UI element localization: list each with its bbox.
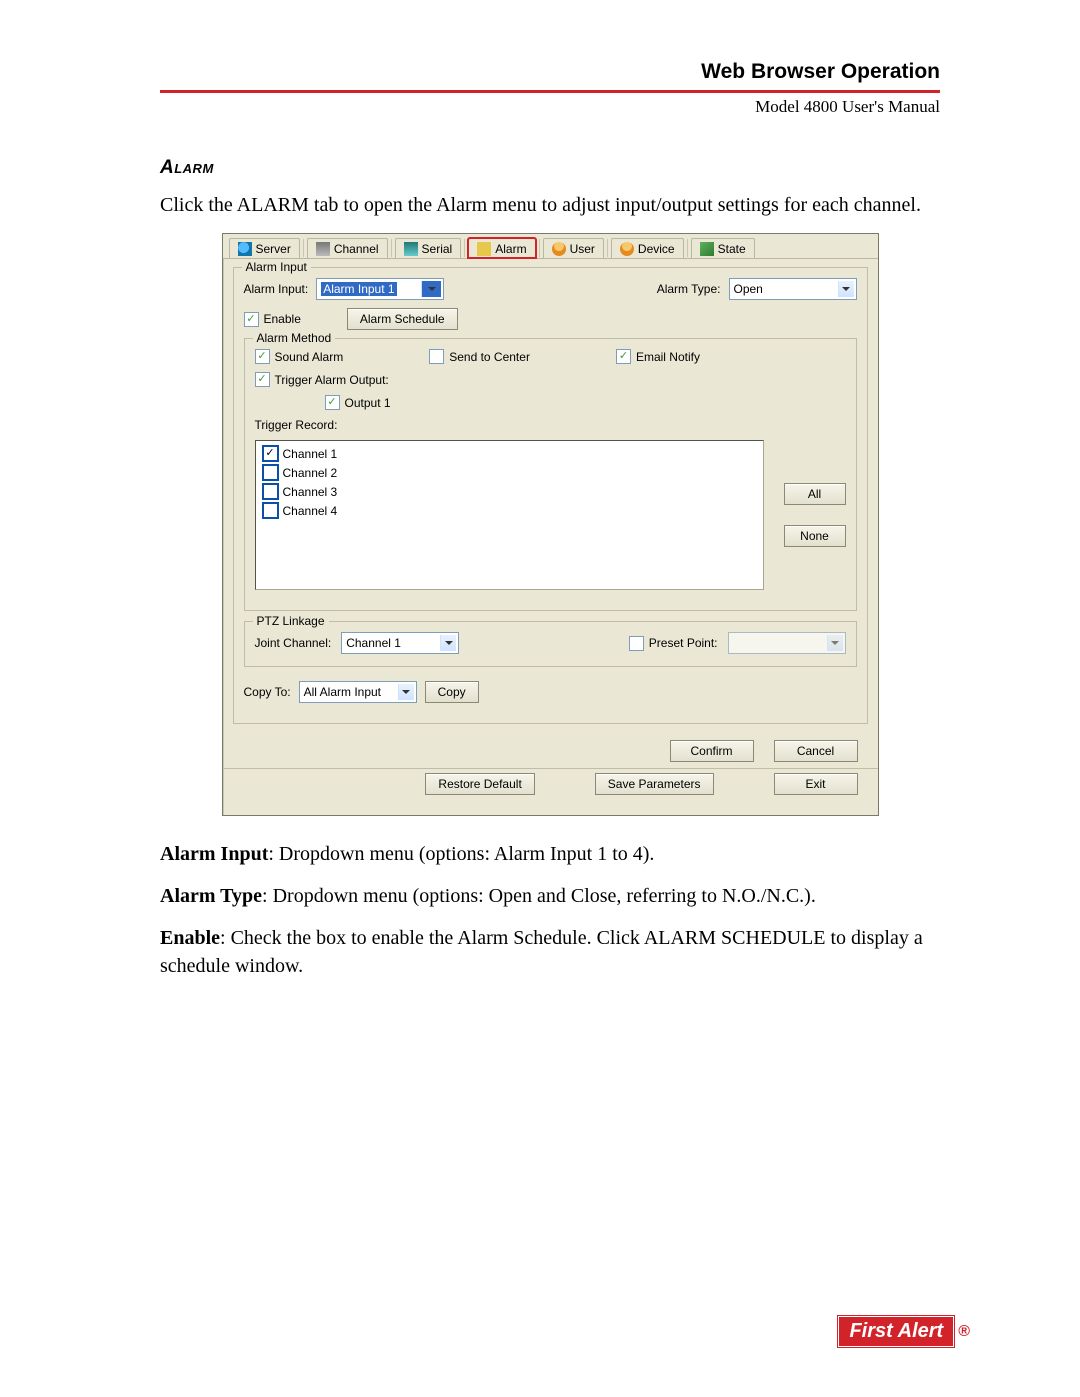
chevron-down-icon [827,635,843,651]
checkbox-icon [262,445,279,462]
serial-icon [404,242,418,256]
trigger-record-label: Trigger Record: [255,418,338,432]
group-title: PTZ Linkage [253,614,329,628]
list-item[interactable]: Channel 4 [262,502,757,519]
user-icon [552,242,566,256]
tab-label: Alarm [495,242,526,256]
list-side-buttons: All None [784,483,846,547]
registered-icon: ® [958,1323,970,1341]
enable-label: Enable [264,312,301,326]
list-item[interactable]: Channel 2 [262,464,757,481]
confirm-cancel-bar: Confirm Cancel [233,734,868,762]
tab-label: User [570,242,595,256]
chevron-down-icon [398,684,414,700]
tab-device[interactable]: Device [611,238,684,258]
group-alarm-input: Alarm Input Alarm Input: Alarm Input 1 A… [233,267,868,724]
brand-logo: First Alert ® [838,1316,970,1347]
bottom-button-bar: Restore Default Save Parameters Exit [233,769,868,805]
joint-channel-label: Joint Channel: [255,636,332,650]
device-icon [620,242,634,256]
page-header: Web Browser Operation [160,60,940,84]
tab-serial[interactable]: Serial [395,238,462,258]
tab-label: Server [256,242,291,256]
copy-to-select[interactable]: All Alarm Input [299,681,417,703]
desc-enable: Enable: Check the box to enable the Alar… [160,924,940,980]
tab-strip: Server Channel Serial Alarm User Device … [223,234,878,259]
desc-alarm-type: Alarm Type: Dropdown menu (options: Open… [160,882,940,910]
enable-checkbox[interactable]: Enable [244,312,301,327]
save-parameters-button[interactable]: Save Parameters [595,773,714,795]
chevron-down-icon [838,281,854,297]
server-icon [238,242,252,256]
output1-checkbox[interactable]: Output 1 [325,395,391,410]
alarm-input-select[interactable]: Alarm Input 1 [316,278,444,300]
desc-alarm-input: Alarm Input: Dropdown menu (options: Ala… [160,840,940,868]
alarm-schedule-button[interactable]: Alarm Schedule [347,308,458,330]
checkbox-icon [262,502,279,519]
tab-channel[interactable]: Channel [307,238,388,258]
tab-label: State [718,242,746,256]
joint-channel-select[interactable]: Channel 1 [341,632,459,654]
preset-point-checkbox[interactable]: Preset Point: [629,636,718,651]
tab-user[interactable]: User [543,238,604,258]
restore-default-button[interactable]: Restore Default [425,773,534,795]
sound-alarm-checkbox[interactable]: Sound Alarm [255,349,344,364]
list-item[interactable]: Channel 3 [262,483,757,500]
trigger-record-list[interactable]: Channel 1 Channel 2 Channel 3 Channel 4 [255,440,764,590]
tab-state[interactable]: State [691,238,755,258]
send-center-checkbox[interactable]: Send to Center [429,349,530,364]
alarm-type-select[interactable]: Open [729,278,857,300]
all-button[interactable]: All [784,483,846,505]
checkbox-icon [262,464,279,481]
group-title: Alarm Input [242,260,311,274]
header-title: Web Browser Operation [701,60,940,83]
tab-alarm[interactable]: Alarm [468,238,535,258]
tab-label: Serial [422,242,453,256]
section-heading: Alarm [160,157,940,179]
tab-server[interactable]: Server [229,238,300,258]
tab-label: Device [638,242,675,256]
exit-button[interactable]: Exit [774,773,858,795]
none-button[interactable]: None [784,525,846,547]
alarm-type-label: Alarm Type: [657,282,721,296]
copy-to-label: Copy To: [244,685,291,699]
header-rule [160,90,940,93]
alarm-icon [477,242,491,256]
group-alarm-method: Alarm Method Sound Alarm Send to Center … [244,338,857,611]
manual-name: Model 4800 User's Manual [160,97,940,117]
cancel-button[interactable]: Cancel [774,740,858,762]
checkbox-icon [262,483,279,500]
email-notify-checkbox[interactable]: Email Notify [616,349,700,364]
brand-name: First Alert [838,1316,954,1347]
channel-icon [316,242,330,256]
copy-button[interactable]: Copy [425,681,479,703]
list-item[interactable]: Channel 1 [262,445,757,462]
state-icon [700,242,714,256]
preset-point-select[interactable] [728,632,846,654]
chevron-down-icon [421,281,441,297]
tab-label: Channel [334,242,379,256]
chevron-down-icon [440,635,456,651]
group-title: Alarm Method [253,331,336,345]
confirm-button[interactable]: Confirm [670,740,754,762]
section-intro: Click the ALARM tab to open the Alarm me… [160,191,940,219]
trigger-output-checkbox[interactable]: Trigger Alarm Output: [255,372,389,387]
alarm-dialog: Server Channel Serial Alarm User Device … [222,233,879,816]
group-ptz-linkage: PTZ Linkage Joint Channel: Channel 1 Pre… [244,621,857,667]
alarm-input-label: Alarm Input: [244,282,309,296]
